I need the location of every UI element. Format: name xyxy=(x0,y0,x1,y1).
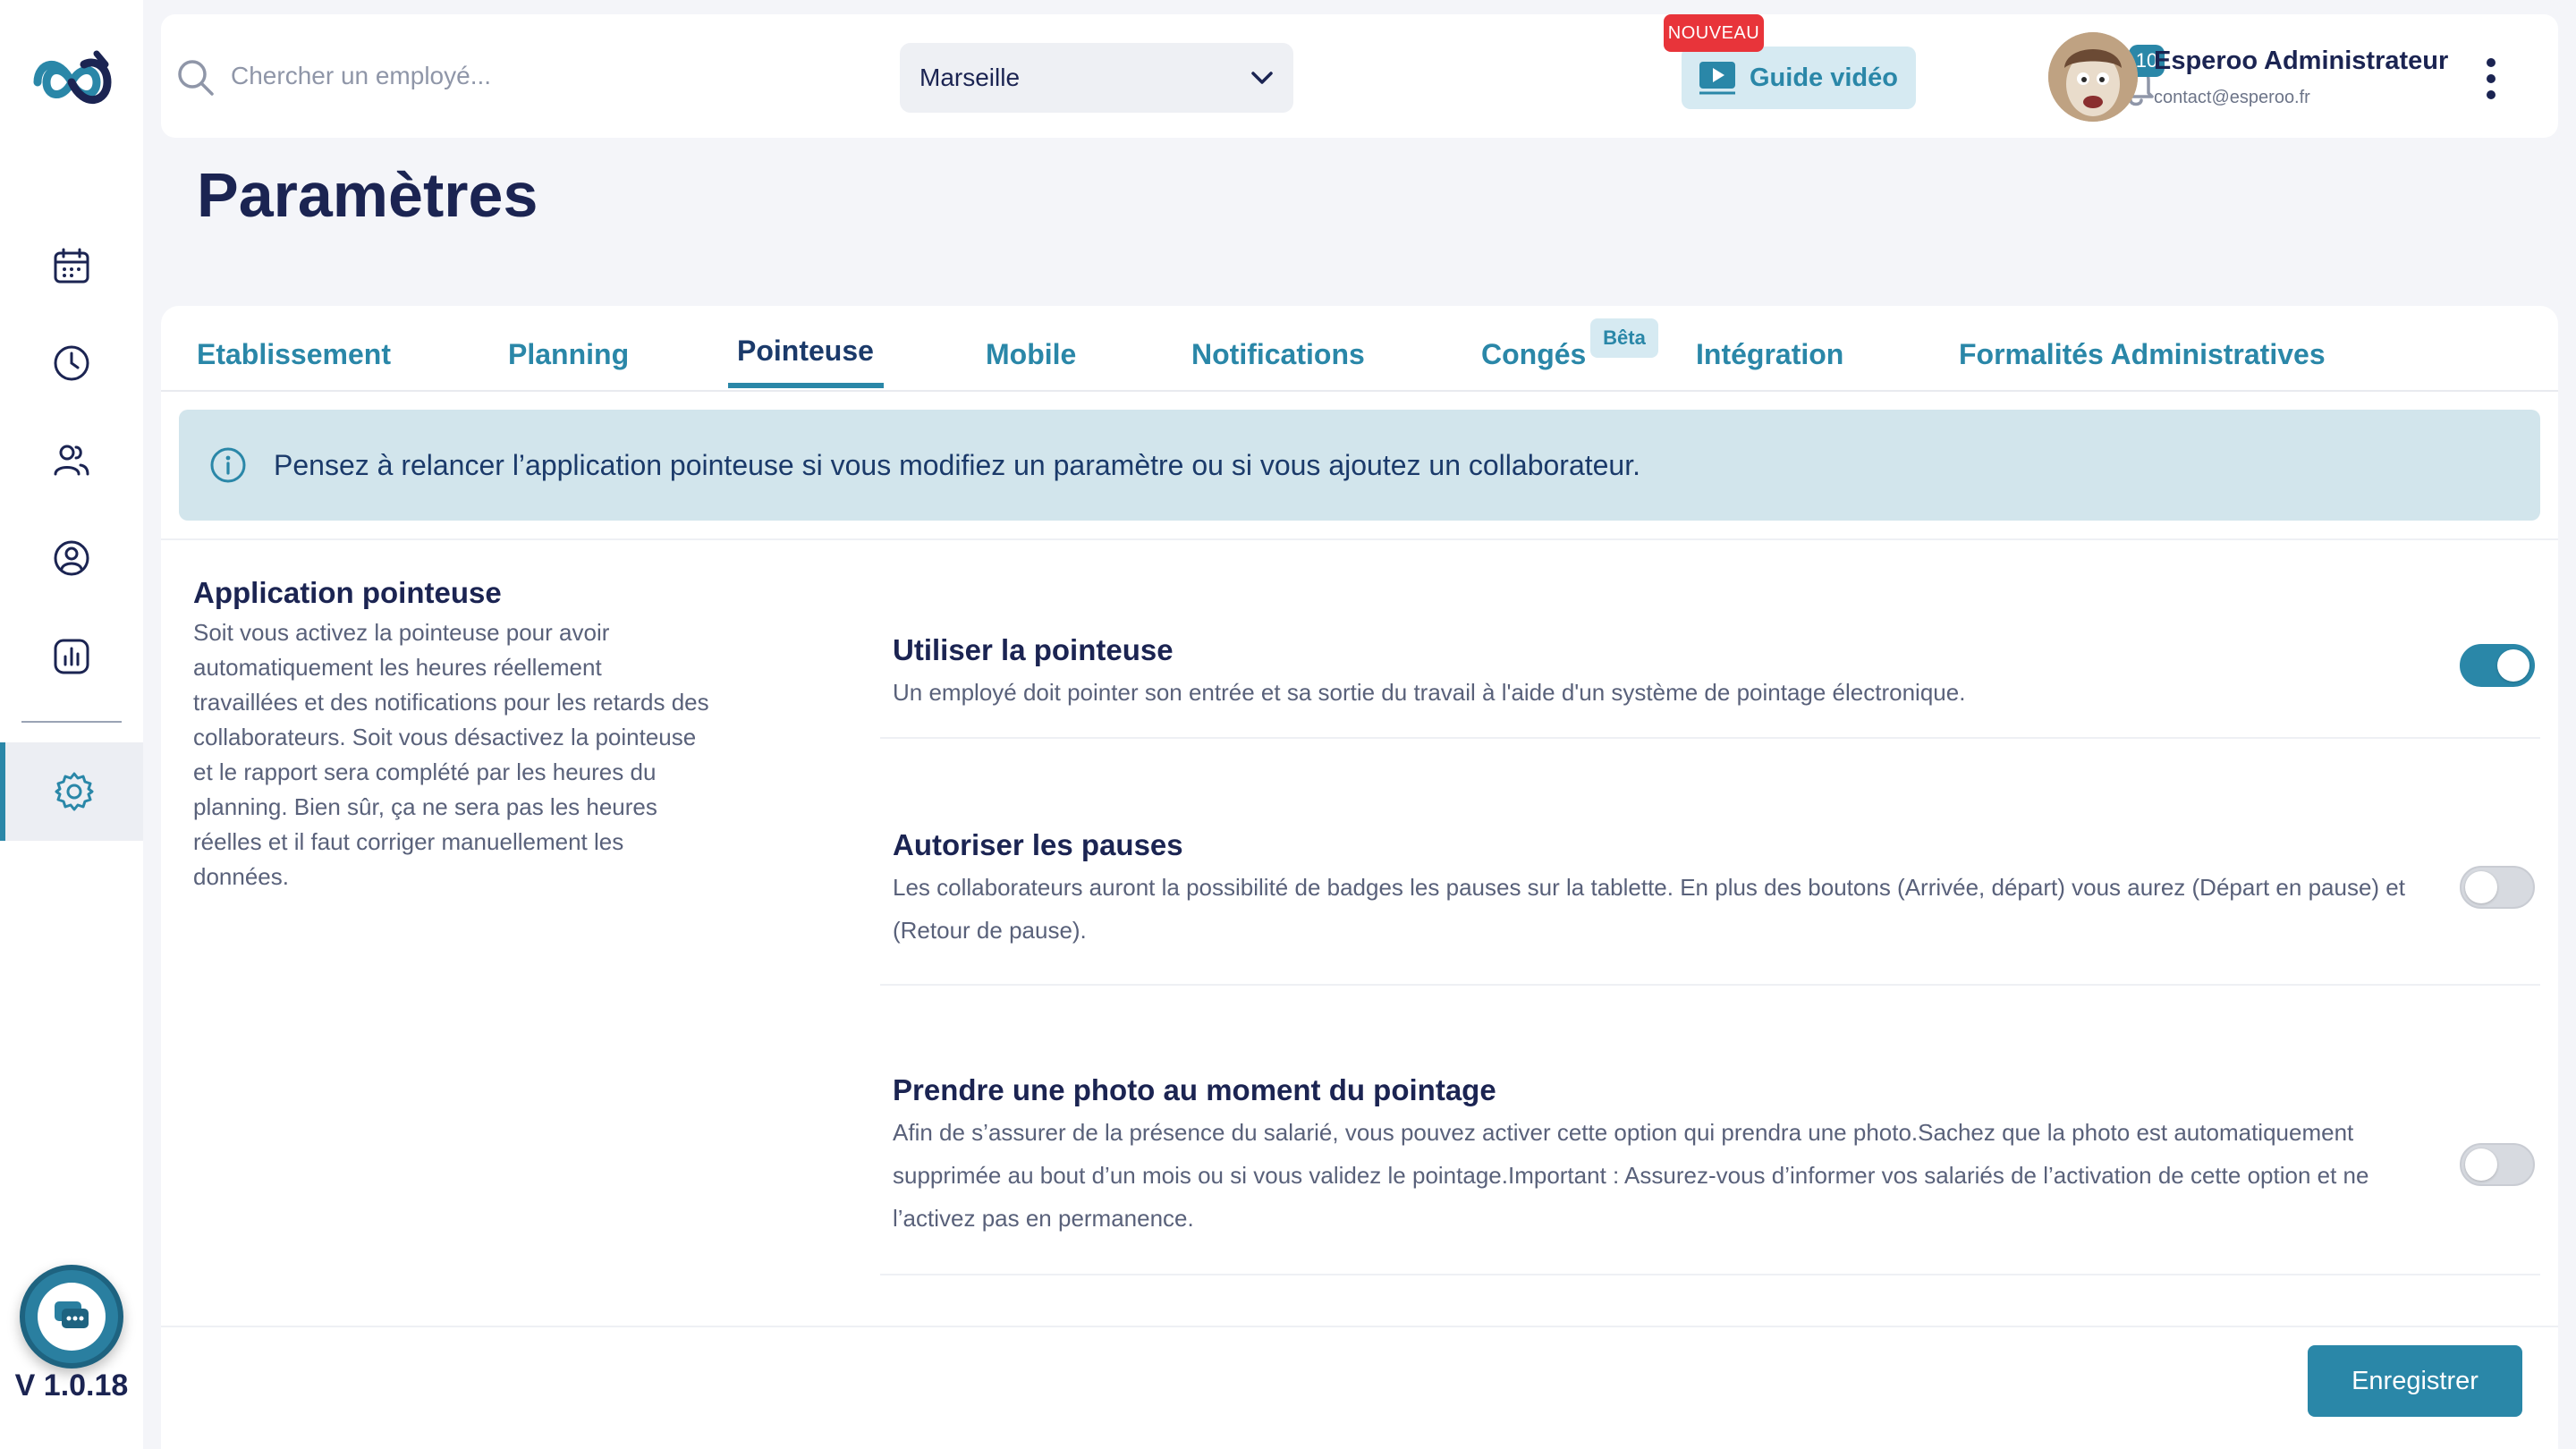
sidebar: V 1.0.18 xyxy=(0,0,143,1449)
esperoo-logo-icon[interactable] xyxy=(20,47,123,118)
beta-badge: Bêta xyxy=(1590,318,1658,358)
setting-description: Un employé doit pointer son entrée et sa… xyxy=(893,679,1966,706)
setting-allow-breaks: Autoriser les pauses Les collaborateurs … xyxy=(880,816,2540,986)
users-icon xyxy=(54,445,89,476)
active-tab-indicator xyxy=(728,383,884,388)
sidebar-item-reports[interactable] xyxy=(0,612,143,701)
app-version: V 1.0.18 xyxy=(14,1368,129,1402)
settings-tabs: Etablissement Planning Pointeuse Mobile … xyxy=(161,306,2558,392)
settings-card: Etablissement Planning Pointeuse Mobile … xyxy=(161,306,2558,1449)
sidebar-item-profile[interactable] xyxy=(0,513,143,603)
calendar-icon xyxy=(54,248,89,284)
sidebar-item-employees[interactable] xyxy=(0,415,143,504)
sidebar-item-time[interactable] xyxy=(0,318,143,408)
gear-icon xyxy=(55,772,94,811)
search-input[interactable] xyxy=(229,54,801,98)
tab-mobile[interactable]: Mobile xyxy=(986,338,1076,371)
setting-description: Afin de s’assurer de la présence du sala… xyxy=(893,1119,2369,1232)
footer: Enregistrer xyxy=(161,1326,2558,1449)
setting-use-pointeuse: Utiliser la pointeuse Un employé doit po… xyxy=(880,621,2540,739)
chart-icon xyxy=(54,639,89,674)
sidebar-item-planning[interactable] xyxy=(0,222,143,311)
video-guide-label: Guide vidéo xyxy=(1750,63,1898,92)
new-badge: NOUVEAU xyxy=(1664,14,1764,52)
chat-icon xyxy=(55,1301,89,1328)
toggle-knob xyxy=(2465,1148,2497,1181)
tab-etablissement[interactable]: Etablissement xyxy=(197,338,391,371)
tab-formalites-administratives[interactable]: Formalités Administratives xyxy=(1959,338,2326,371)
info-icon xyxy=(210,447,246,483)
info-banner: Pensez à relancer l’application pointeus… xyxy=(179,410,2540,521)
chat-bubble xyxy=(38,1283,106,1351)
toggle-use-pointeuse[interactable] xyxy=(2460,644,2535,687)
section-description: Soit vous activez la pointeuse pour avoi… xyxy=(193,619,709,890)
user-email: contact@esperoo.fr xyxy=(2154,88,2310,107)
tab-planning[interactable]: Planning xyxy=(508,338,629,371)
page-title: Paramètres xyxy=(197,160,538,230)
search-icon xyxy=(178,60,214,96)
tab-conges[interactable]: Congés xyxy=(1481,338,1586,371)
avatar[interactable] xyxy=(2048,32,2138,122)
tab-notifications[interactable]: Notifications xyxy=(1191,338,1365,371)
sidebar-item-settings[interactable] xyxy=(0,742,143,841)
setting-title: Utiliser la pointeuse xyxy=(893,633,1174,666)
toggle-take-photo[interactable] xyxy=(2460,1143,2535,1186)
location-value: Marseille xyxy=(919,64,1021,91)
play-video-icon xyxy=(1699,62,1735,95)
info-banner-text: Pensez à relancer l’application pointeus… xyxy=(274,448,1640,481)
top-header: Marseille Guide vidéo NOUVEAU 10 Esperoo… xyxy=(161,14,2558,138)
tab-integration[interactable]: Intégration xyxy=(1696,338,1843,371)
setting-take-photo: Prendre une photo au moment du pointage … xyxy=(880,1061,2540,1275)
more-options-icon[interactable] xyxy=(2478,54,2504,104)
divider xyxy=(161,538,2558,540)
user-name: Esperoo Administrateur xyxy=(2154,47,2449,75)
toggle-allow-breaks[interactable] xyxy=(2460,866,2535,909)
chat-support-button[interactable] xyxy=(20,1265,123,1368)
setting-title: Autoriser les pauses xyxy=(893,828,1183,861)
save-button[interactable]: Enregistrer xyxy=(2308,1345,2522,1417)
setting-title: Prendre une photo au moment du pointage xyxy=(893,1073,1496,1106)
chevron-down-icon xyxy=(1251,72,1273,84)
sidebar-divider xyxy=(21,721,122,723)
location-select[interactable]: Marseille xyxy=(900,43,1293,113)
avatar-image xyxy=(2048,32,2138,122)
toggle-knob xyxy=(2465,871,2497,903)
setting-description: Les collaborateurs auront la possibilité… xyxy=(893,874,2405,944)
toggle-knob xyxy=(2497,649,2529,682)
video-guide-button[interactable]: Guide vidéo xyxy=(1682,47,1916,109)
tab-pointeuse[interactable]: Pointeuse xyxy=(737,335,874,368)
clock-icon xyxy=(54,345,89,381)
section-title: Application pointeuse xyxy=(193,576,502,609)
user-circle-icon xyxy=(54,540,89,576)
